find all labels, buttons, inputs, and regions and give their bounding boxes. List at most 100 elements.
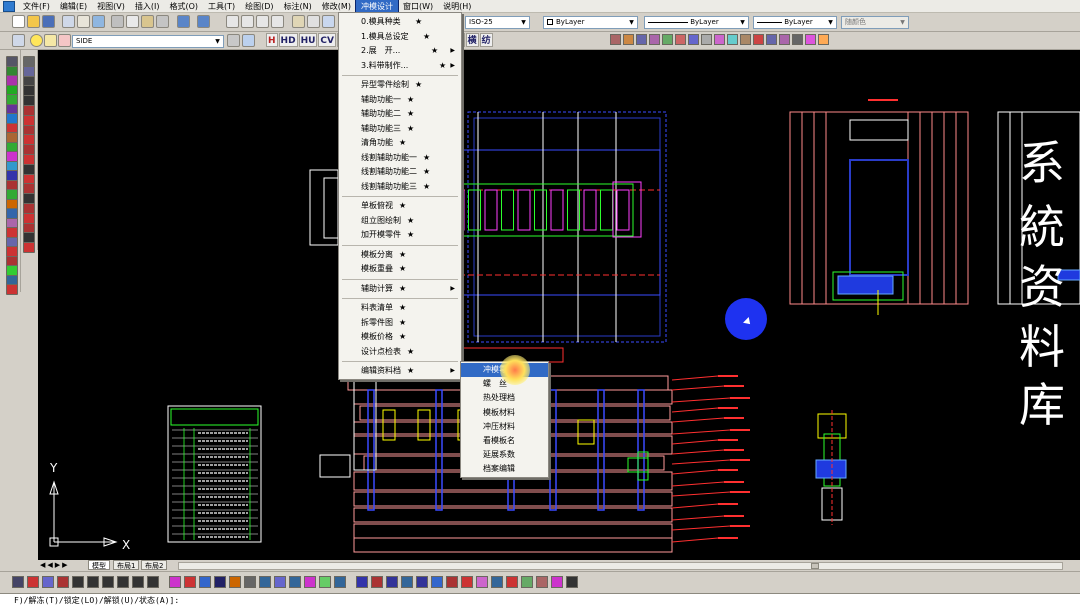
bottom-tool-icon[interactable] [274, 576, 286, 588]
osnap-button-icon[interactable] [766, 34, 777, 45]
zoom-window-icon[interactable] [256, 15, 269, 28]
punch-menu-item[interactable]: 清角功能 ★ [339, 136, 461, 150]
bottom-tool-icon[interactable] [461, 576, 473, 588]
punch-menu-item[interactable]: 拆零件图 ★ [339, 316, 461, 330]
new-file-icon[interactable] [12, 15, 25, 28]
modify-tool-icon[interactable] [23, 242, 35, 254]
submenu-item[interactable]: 热处理档 [461, 391, 548, 405]
lock-icon[interactable] [58, 34, 71, 47]
plotstyle-select[interactable]: 随颜色 ▼ [841, 16, 909, 29]
layer-manager-icon[interactable] [12, 34, 25, 47]
bottom-tool-icon[interactable] [72, 576, 84, 588]
submenu-item[interactable]: 档案编辑 [461, 462, 548, 476]
bottom-tool-icon[interactable] [334, 576, 346, 588]
linetype-select[interactable]: ByLayer ▼ [644, 16, 749, 29]
bottom-tool-icon[interactable] [102, 576, 114, 588]
bottom-tool-icon[interactable] [169, 576, 181, 588]
bottom-tool-icon[interactable] [259, 576, 271, 588]
osnap-button-icon[interactable] [688, 34, 699, 45]
menu-file[interactable]: 文件(F) [18, 0, 55, 13]
bottom-tool-icon[interactable] [401, 576, 413, 588]
punch-menu-item[interactable]: 2.展 开... ★ ▶ [339, 44, 461, 58]
zoom-realtime-icon[interactable] [241, 15, 254, 28]
punch-menu-item[interactable]: 加开模零件 ★ [339, 228, 461, 242]
submenu-item[interactable]: 看模板名 [461, 434, 548, 448]
menu-edit[interactable]: 编辑(E) [55, 0, 92, 13]
osnap-button-icon[interactable] [662, 34, 673, 45]
bottom-tool-icon[interactable] [536, 576, 548, 588]
sun-icon[interactable] [44, 34, 57, 47]
text-style-button[interactable]: CV [318, 33, 336, 47]
tab-layout2[interactable]: 布局2 [141, 560, 168, 570]
punch-menu-item[interactable]: 线割辅助功能二 ★ [339, 165, 461, 179]
menu-punch-design[interactable]: 冲模设计 [354, 0, 399, 14]
punch-menu-item[interactable]: 模板分离 ★ [339, 248, 461, 262]
bottom-tool-icon[interactable] [521, 576, 533, 588]
text-style-button[interactable]: H [266, 33, 278, 47]
menu-insert[interactable]: 插入(I) [130, 0, 165, 13]
properties-icon[interactable] [292, 15, 305, 28]
bottom-tool-icon[interactable] [386, 576, 398, 588]
bottom-tool-icon[interactable] [566, 576, 578, 588]
osnap-button-icon[interactable] [805, 34, 816, 45]
bottom-tool-icon[interactable] [491, 576, 503, 588]
bottom-tool-icon[interactable] [506, 576, 518, 588]
bottom-tool-icon[interactable] [319, 576, 331, 588]
horizontal-scrollbar[interactable] [178, 562, 1063, 570]
copy-icon[interactable] [126, 15, 139, 28]
menu-modify[interactable]: 修改(M) [317, 0, 356, 13]
text-style-button[interactable]: HU [298, 33, 318, 47]
submenu-item[interactable]: 冲压材料 [461, 420, 548, 434]
osnap-button-icon[interactable] [753, 34, 764, 45]
save-icon[interactable] [42, 15, 55, 28]
punch-menu-item[interactable]: 辅助功能一 ★ [339, 93, 461, 107]
color-select[interactable]: ByLayer ▼ [543, 16, 638, 29]
osnap-button-icon[interactable] [636, 34, 647, 45]
text-style-button[interactable]: 纺 [479, 33, 493, 47]
punch-menu-item[interactable]: 辅助功能三 ★ [339, 122, 461, 136]
print-icon[interactable] [62, 15, 75, 28]
osnap-button-icon[interactable] [701, 34, 712, 45]
osnap-button-icon[interactable] [623, 34, 634, 45]
publish-icon[interactable] [92, 15, 105, 28]
design-center-icon[interactable] [307, 15, 320, 28]
punch-menu-item[interactable]: 线割辅助功能三 ★ [339, 180, 461, 194]
punch-menu-item[interactable]: 料表清单 ★ [339, 301, 461, 315]
text-style-button[interactable]: HD [278, 33, 298, 47]
punch-menu-item[interactable]: 模板重叠 ★ [339, 262, 461, 276]
bottom-tool-icon[interactable] [147, 576, 159, 588]
menu-view[interactable]: 视图(V) [92, 0, 130, 13]
redo-icon[interactable] [197, 15, 210, 28]
drawing-canvas[interactable]: Y X 系 統 资 料 库 [38, 50, 1080, 560]
submenu-item[interactable]: 延展系数 [461, 448, 548, 462]
bottom-tool-icon[interactable] [87, 576, 99, 588]
punch-menu-item[interactable]: 编辑资料档 ★ ▶ [339, 364, 461, 378]
menu-window[interactable]: 窗口(W) [398, 0, 438, 13]
punch-menu-item[interactable]: 异型零件绘制 ★ [339, 78, 461, 92]
bottom-tool-icon[interactable] [229, 576, 241, 588]
punch-menu-item[interactable]: 单板俯视 ★ [339, 199, 461, 213]
bottom-tool-icon[interactable] [446, 576, 458, 588]
open-folder-icon[interactable] [27, 15, 40, 28]
bottom-tool-icon[interactable] [132, 576, 144, 588]
match-properties-icon[interactable] [156, 15, 169, 28]
punch-menu-item[interactable]: 辅助计算 ★ ▶ [339, 282, 461, 296]
tool-palette-icon[interactable] [322, 15, 335, 28]
punch-menu-item[interactable]: 3.料带制作... ★ ▶ [339, 59, 461, 73]
text-style-button[interactable]: 横 [465, 33, 479, 47]
osnap-button-icon[interactable] [675, 34, 686, 45]
zoom-previous-icon[interactable] [271, 15, 284, 28]
osnap-button-icon[interactable] [610, 34, 621, 45]
dimstyle-select[interactable]: ISO-25 ▼ [465, 16, 530, 29]
menu-format[interactable]: 格式(O) [164, 0, 203, 13]
bottom-tool-icon[interactable] [184, 576, 196, 588]
paste-icon[interactable] [141, 15, 154, 28]
punch-menu-item[interactable]: 组立图绘制 ★ [339, 214, 461, 228]
bottom-tool-icon[interactable] [371, 576, 383, 588]
bottom-tool-icon[interactable] [199, 576, 211, 588]
command-line[interactable]: F)/解冻(T)/锁定(LO)/解锁(U)/状态(A)]: [0, 593, 1080, 608]
osnap-button-icon[interactable] [714, 34, 725, 45]
tab-layout1[interactable]: 布局1 [113, 560, 140, 570]
tab-model[interactable]: 模型 [88, 560, 110, 570]
scrollbar-thumb[interactable] [811, 563, 819, 569]
